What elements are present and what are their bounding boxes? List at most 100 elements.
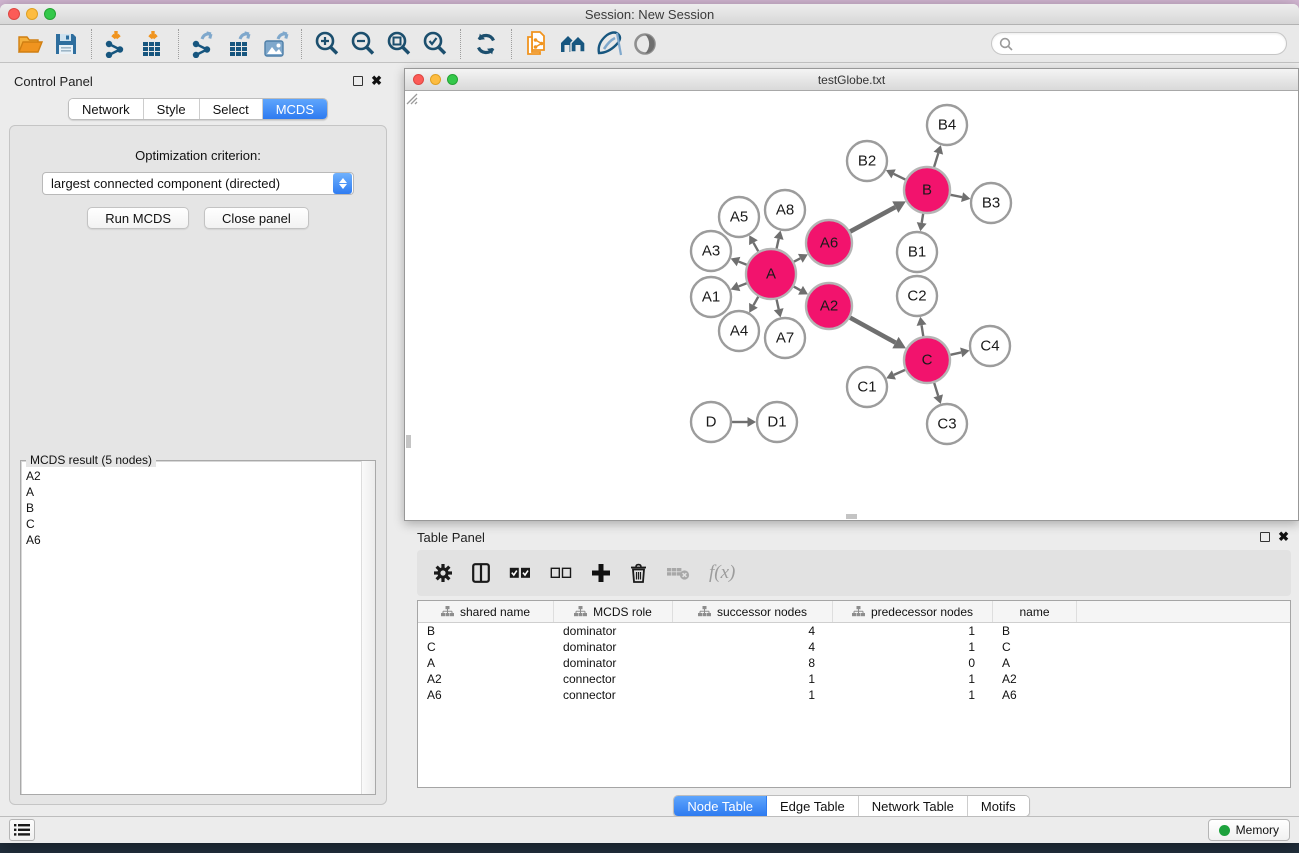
clone-network-icon[interactable] — [519, 28, 555, 60]
delete-table-icon[interactable] — [666, 565, 690, 581]
graph-edge-B-B1[interactable] — [917, 214, 927, 232]
result-item[interactable]: A6 — [22, 532, 360, 548]
table-row[interactable]: Cdominator41C — [418, 639, 1290, 655]
zoom-fit-icon[interactable] — [381, 28, 417, 60]
open-folder-icon[interactable] — [12, 28, 48, 60]
graph-edge-C-C3[interactable] — [933, 383, 943, 404]
import-table-icon[interactable] — [135, 28, 171, 60]
graph-edge-C-C4[interactable] — [950, 348, 969, 358]
float-panel-icon[interactable] — [353, 76, 363, 86]
import-network-icon[interactable] — [99, 28, 135, 60]
result-item[interactable]: A2 — [22, 468, 360, 484]
graph-edge-A-A8[interactable] — [774, 231, 784, 249]
graph-node-C1[interactable]: C1 — [847, 367, 887, 407]
graph-edge-A-A4[interactable] — [749, 297, 758, 313]
graph-edge-B-B4[interactable] — [934, 145, 944, 167]
graph-node-A1[interactable]: A1 — [691, 277, 731, 317]
search-input[interactable] — [1013, 37, 1279, 51]
columns-icon[interactable] — [472, 563, 490, 583]
zoom-out-icon[interactable] — [345, 28, 381, 60]
column-header-mcds-role[interactable]: MCDS role — [554, 601, 673, 622]
graph-edge-A2-C[interactable] — [850, 318, 906, 349]
gear-icon[interactable] — [433, 563, 453, 583]
graph-node-C2[interactable]: C2 — [897, 276, 937, 316]
graph-edge-C-C2[interactable] — [917, 317, 927, 337]
result-item[interactable]: B — [22, 500, 360, 516]
graph-edge-C-C1[interactable] — [886, 370, 905, 380]
graph-node-A[interactable]: A — [746, 249, 796, 299]
graph-edge-B-B2[interactable] — [886, 169, 905, 179]
table-row[interactable]: A6connector11A6 — [418, 687, 1290, 703]
graph-edge-A6-B[interactable] — [850, 201, 906, 231]
graph-edge-A-A1[interactable] — [731, 282, 747, 291]
graph-edge-D-D1[interactable] — [732, 417, 756, 427]
column-header-successor-nodes[interactable]: successor nodes — [673, 601, 833, 622]
graph-node-B[interactable]: B — [904, 167, 950, 213]
tab-network-table[interactable]: Network Table — [859, 796, 968, 816]
graph-edge-A-A5[interactable] — [749, 235, 758, 251]
tab-mcds[interactable]: MCDS — [263, 99, 327, 119]
graph-node-C[interactable]: C — [904, 337, 950, 383]
graph-node-B2[interactable]: B2 — [847, 141, 887, 181]
graph-edge-B-B3[interactable] — [951, 192, 971, 202]
close-panel-icon[interactable]: ✖ — [371, 76, 382, 86]
eye-icon[interactable] — [627, 28, 663, 60]
graph-node-D[interactable]: D — [691, 402, 731, 442]
deselect-all-icon[interactable] — [550, 567, 572, 579]
graph-node-B1[interactable]: B1 — [897, 232, 937, 272]
close-panel-button[interactable]: Close panel — [204, 207, 309, 229]
table-row[interactable]: A2connector11A2 — [418, 671, 1290, 687]
graph-node-D1[interactable]: D1 — [757, 402, 797, 442]
network-canvas[interactable]: A A1 A2 A3 A4 A5 A6 A7 A8 B B1 B2 B3B4 C C1 C2 C3C4 D D1 — [405, 92, 1298, 520]
tab-edge-table[interactable]: Edge Table — [767, 796, 859, 816]
graph-node-A3[interactable]: A3 — [691, 231, 731, 271]
save-session-icon[interactable] — [48, 28, 84, 60]
vertical-scroll-thumb[interactable] — [406, 435, 411, 448]
search-field[interactable] — [991, 32, 1287, 55]
column-header-name[interactable]: name — [993, 601, 1077, 622]
add-column-icon[interactable] — [591, 563, 611, 583]
graph-node-B4[interactable]: B4 — [927, 105, 967, 145]
graph-node-A2[interactable]: A2 — [806, 283, 852, 329]
refresh-layout-icon[interactable] — [468, 28, 504, 60]
style-brush-icon[interactable] — [591, 28, 627, 60]
horizontal-scroll-thumb[interactable] — [846, 514, 857, 519]
result-item[interactable]: C — [22, 516, 360, 532]
resize-grip-icon[interactable] — [405, 92, 418, 105]
run-mcds-button[interactable]: Run MCDS — [87, 207, 189, 229]
column-header-predecessor-nodes[interactable]: predecessor nodes — [833, 601, 993, 622]
export-table-icon[interactable] — [222, 28, 258, 60]
graph-node-A4[interactable]: A4 — [719, 311, 759, 351]
graph-edge-A-A6[interactable] — [794, 254, 808, 263]
delete-column-icon[interactable] — [630, 563, 647, 583]
graph-edge-A-A7[interactable] — [774, 299, 784, 317]
export-network-icon[interactable] — [186, 28, 222, 60]
tab-style[interactable]: Style — [144, 99, 200, 119]
optimization-criterion-select[interactable]: largest connected component (directed) — [42, 172, 354, 195]
table-row[interactable]: Bdominator41B — [418, 623, 1290, 639]
float-table-panel-icon[interactable] — [1260, 532, 1270, 542]
graph-node-A5[interactable]: A5 — [719, 197, 759, 237]
tab-node-table[interactable]: Node Table — [674, 796, 767, 816]
tab-motifs[interactable]: Motifs — [968, 796, 1029, 816]
column-header-shared-name[interactable]: shared name — [418, 601, 554, 622]
memory-button[interactable]: Memory — [1208, 819, 1290, 841]
export-image-icon[interactable] — [258, 28, 294, 60]
close-table-panel-icon[interactable]: ✖ — [1278, 532, 1289, 542]
network-graph[interactable]: A A1 A2 A3 A4 A5 A6 A7 A8 B B1 B2 B3B4 C C1 C2 C3C4 D D1 — [405, 92, 1298, 522]
tab-select[interactable]: Select — [200, 99, 263, 119]
graph-node-A8[interactable]: A8 — [765, 190, 805, 230]
tab-network[interactable]: Network — [69, 99, 144, 119]
home-icon[interactable] — [555, 28, 591, 60]
graph-node-A6[interactable]: A6 — [806, 220, 852, 266]
graph-node-A7[interactable]: A7 — [765, 318, 805, 358]
graph-node-C3[interactable]: C3 — [927, 404, 967, 444]
task-history-button[interactable] — [9, 819, 35, 841]
result-item[interactable]: A — [22, 484, 360, 500]
graph-node-B3[interactable]: B3 — [971, 183, 1011, 223]
graph-edge-A-A2[interactable] — [794, 286, 808, 295]
select-all-icon[interactable] — [509, 567, 531, 579]
function-builder-icon[interactable]: f(x) — [709, 562, 735, 584]
zoom-selected-icon[interactable] — [417, 28, 453, 60]
graph-node-C4[interactable]: C4 — [970, 326, 1010, 366]
